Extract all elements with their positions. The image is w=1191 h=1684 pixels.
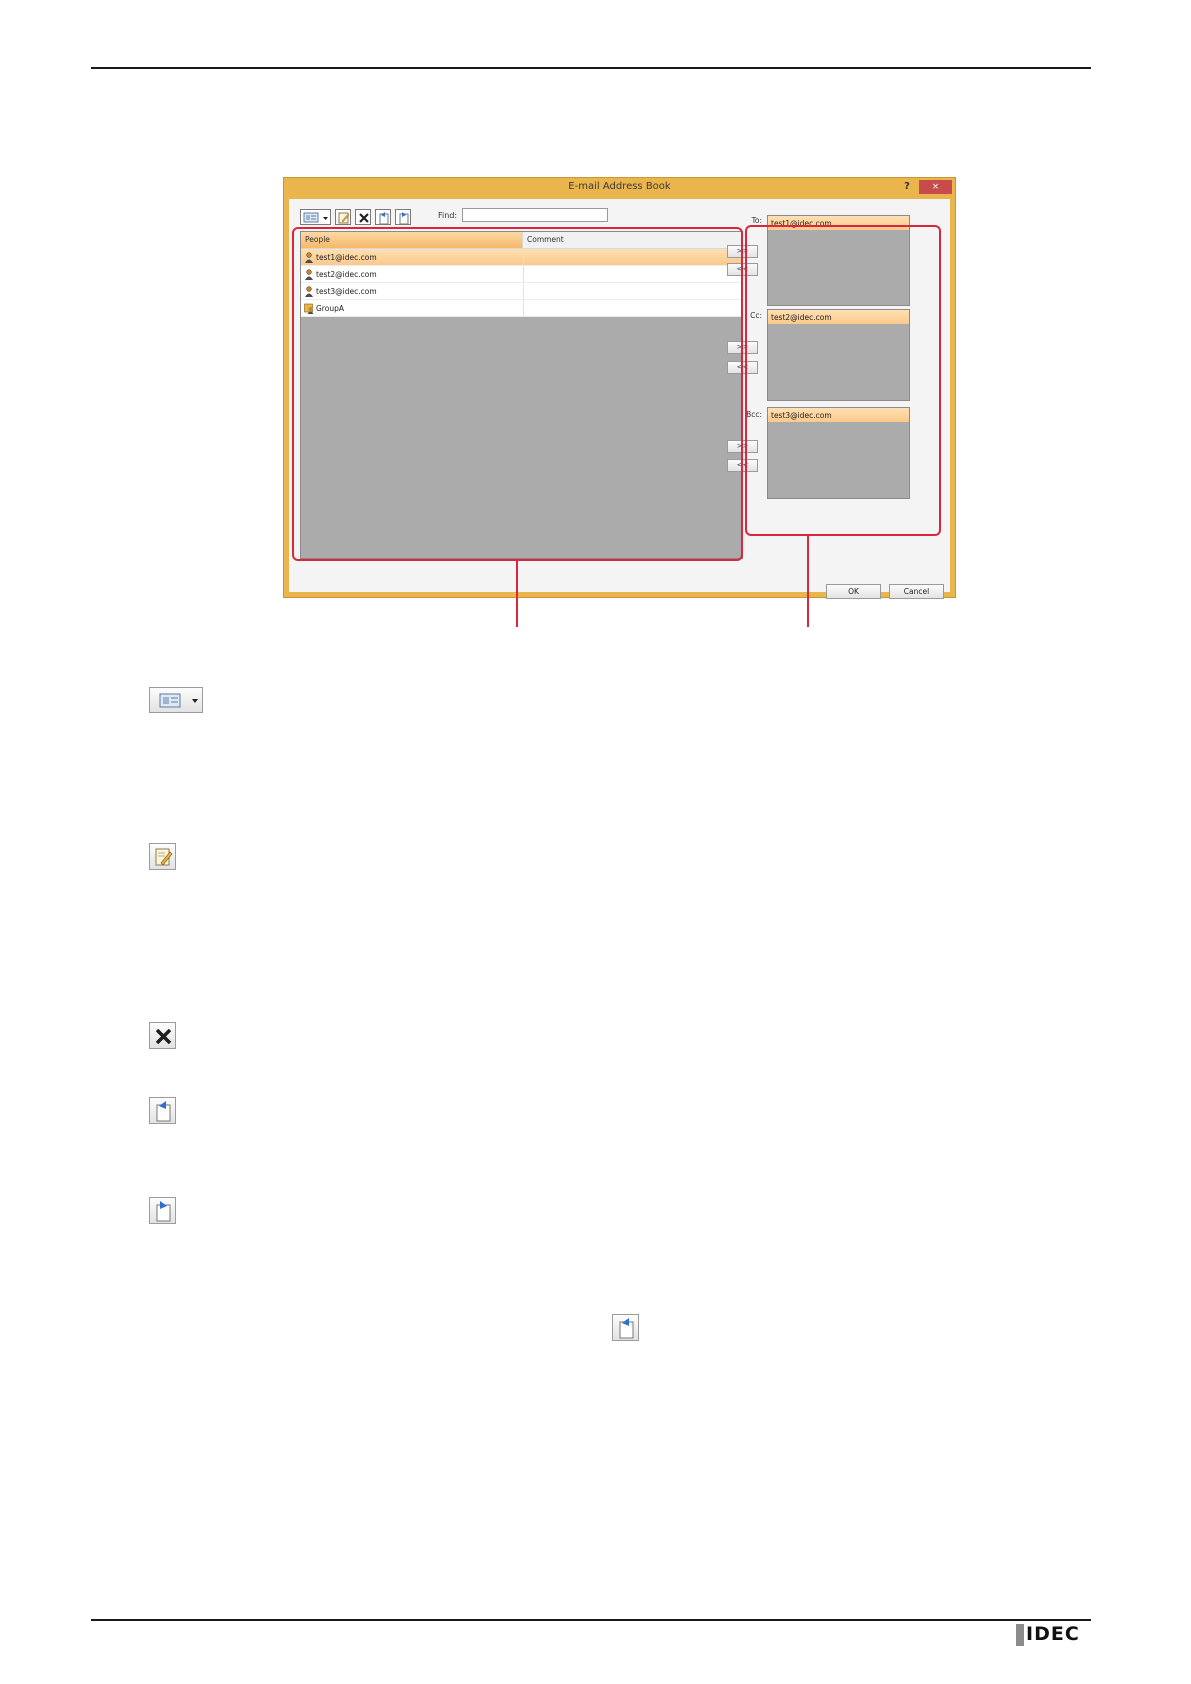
logo-text: IDEC bbox=[1026, 1623, 1080, 1645]
export-sample bbox=[149, 1197, 176, 1224]
delete-icon bbox=[155, 1028, 172, 1045]
leader-line-recipients bbox=[807, 535, 809, 627]
dialog-titlebar: E-mail Address Book ? × bbox=[284, 178, 955, 198]
export-button[interactable] bbox=[395, 209, 411, 225]
import-icon bbox=[619, 1318, 634, 1339]
find-input[interactable] bbox=[462, 208, 608, 222]
logo-bar bbox=[1016, 1624, 1024, 1646]
callout-frame-recipients bbox=[745, 225, 941, 536]
find-label: Find: bbox=[438, 211, 458, 220]
import-sample bbox=[149, 1097, 176, 1124]
footer-rule bbox=[91, 1619, 1091, 1621]
export-icon bbox=[156, 1201, 171, 1222]
export-icon bbox=[399, 212, 409, 225]
new-entry-button[interactable] bbox=[335, 209, 351, 225]
import-button[interactable] bbox=[375, 209, 391, 225]
new-entry-icon bbox=[338, 212, 350, 224]
leader-line-people-list bbox=[516, 560, 518, 627]
cancel-button[interactable]: Cancel bbox=[889, 584, 944, 599]
import-icon bbox=[379, 212, 389, 225]
import-inline-sample bbox=[612, 1314, 639, 1341]
callout-frame-people-list bbox=[292, 227, 743, 561]
header-rule bbox=[91, 67, 1091, 69]
to-label: To: bbox=[751, 216, 762, 225]
new-entry-sample bbox=[149, 843, 176, 870]
import-icon bbox=[156, 1101, 171, 1122]
ok-button[interactable]: OK bbox=[826, 584, 881, 599]
view-dropdown-icon bbox=[303, 212, 328, 223]
close-button[interactable]: × bbox=[919, 180, 952, 194]
view-dropdown-icon bbox=[159, 693, 198, 708]
delete-sample bbox=[149, 1022, 176, 1049]
view-dropdown-sample bbox=[149, 687, 203, 713]
delete-icon bbox=[359, 213, 369, 223]
delete-button[interactable] bbox=[355, 209, 371, 225]
view-dropdown-button[interactable] bbox=[300, 209, 331, 225]
help-button[interactable]: ? bbox=[899, 180, 915, 194]
dialog-title: E-mail Address Book bbox=[568, 181, 671, 192]
new-entry-icon bbox=[155, 848, 173, 866]
